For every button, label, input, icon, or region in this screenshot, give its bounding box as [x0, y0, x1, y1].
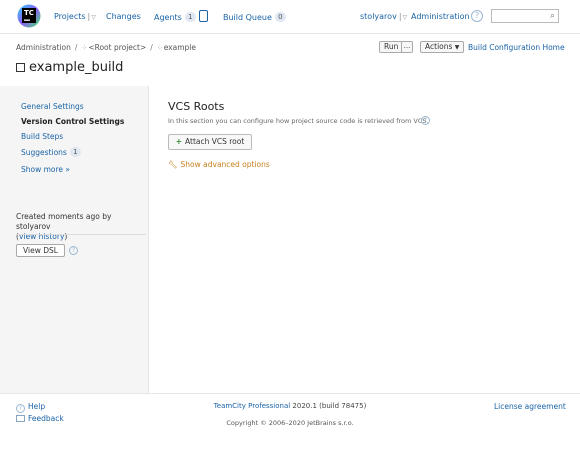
- search-input[interactable]: ⌕: [491, 9, 559, 23]
- footer-version: 2020.1 (build 78475): [292, 402, 367, 410]
- nav-changes[interactable]: Changes: [106, 12, 141, 21]
- section-description-text: In this section you can configure how pr…: [168, 117, 429, 125]
- nav-agents[interactable]: Agents 1: [154, 12, 196, 22]
- actions-label: Actions: [425, 42, 453, 51]
- breadcrumb-project[interactable]: example: [164, 43, 196, 52]
- help-icon[interactable]: ?: [69, 246, 78, 255]
- actions-button[interactable]: Actions ▼: [420, 41, 465, 53]
- search-icon[interactable]: ⌕: [550, 11, 555, 22]
- footer-product-info: TeamCity Professional 2020.1 (build 7847…: [0, 402, 580, 410]
- run-button[interactable]: Run: [379, 41, 404, 53]
- suggestions-count-badge: 1: [69, 147, 81, 157]
- sidebar-item-general-settings[interactable]: General Settings: [21, 102, 84, 111]
- build-queue-count-badge: 0: [274, 12, 286, 22]
- view-dsl-button[interactable]: View DSL: [16, 244, 65, 257]
- page-title-text: example_build: [29, 60, 124, 75]
- footer: ? Help Feedback TeamCity Professional 202…: [0, 393, 580, 457]
- section-description: In this section you can configure how pr…: [168, 117, 429, 125]
- page-title: example_build: [16, 60, 123, 75]
- nav-projects-label: Projects: [54, 12, 86, 21]
- breadcrumb-separator: /: [150, 43, 153, 52]
- created-text: Created moments ago by stolyarov: [16, 212, 112, 231]
- section-title: VCS Roots: [168, 100, 225, 113]
- attach-vcs-root-button[interactable]: + Attach VCS root: [168, 134, 252, 150]
- chevron-down-icon: ▼: [454, 44, 460, 51]
- sidebar-item-version-control-settings[interactable]: Version Control Settings: [21, 117, 124, 126]
- agent-device-icon[interactable]: [199, 10, 208, 22]
- teamcity-logo[interactable]: TC: [17, 3, 41, 29]
- nav-agents-label: Agents: [154, 13, 182, 22]
- sidebar-show-more-link[interactable]: Show more »: [21, 165, 70, 174]
- nav-separator: |: [87, 12, 91, 21]
- teamcity-professional-link[interactable]: TeamCity Professional: [214, 402, 291, 410]
- help-icon[interactable]: ?: [421, 116, 430, 125]
- nav-projects[interactable]: Projects |▽: [54, 12, 96, 21]
- show-advanced-options-label: Show advanced options: [180, 160, 270, 169]
- project-grid-icon: ⁘: [81, 44, 88, 52]
- sidebar-item-build-steps[interactable]: Build Steps: [21, 132, 63, 141]
- agents-count-badge: 1: [184, 12, 196, 22]
- build-configuration-home-link[interactable]: Build Configuration Home: [468, 43, 565, 52]
- breadcrumb-separator: /: [74, 43, 78, 52]
- user-menu[interactable]: stolyarov |▽: [360, 12, 407, 21]
- nav-separator: |: [398, 12, 402, 21]
- show-advanced-options-link[interactable]: 🔧︎ Show advanced options: [168, 160, 270, 169]
- project-grid-icon: ⁘: [156, 44, 163, 52]
- nav-administration[interactable]: Administration: [411, 12, 470, 21]
- run-options-button[interactable]: ...: [401, 41, 413, 53]
- license-agreement-link[interactable]: License agreement: [494, 402, 566, 411]
- projects-dropdown-icon[interactable]: ▽: [91, 14, 96, 21]
- top-header: TC Projects |▽ Changes Agents 1 Build Queu…: [0, 0, 580, 34]
- sidebar-item-suggestions-label: Suggestions: [21, 148, 67, 157]
- sidebar-item-suggestions[interactable]: Suggestions 1: [21, 147, 81, 157]
- nav-build-queue-label: Build Queue: [223, 13, 272, 22]
- breadcrumb: Administration / ⁘<Root project> / ⁘example: [16, 43, 196, 52]
- plus-icon: +: [175, 137, 182, 146]
- logo-text: TC: [24, 9, 34, 17]
- wrench-icon: 🔧︎: [168, 160, 178, 169]
- help-icon[interactable]: ?: [471, 10, 483, 22]
- nav-build-queue[interactable]: Build Queue 0: [223, 12, 286, 22]
- created-info: Created moments ago by stolyarov (view h…: [16, 212, 112, 241]
- footer-copyright: Copyright © 2006–2020 JetBrains s.r.o.: [226, 419, 354, 427]
- user-dropdown-icon[interactable]: ▽: [403, 14, 408, 21]
- breadcrumb-administration[interactable]: Administration: [16, 43, 71, 52]
- attach-vcs-root-label: Attach VCS root: [185, 137, 245, 146]
- breadcrumb-root-project[interactable]: <Root project>: [88, 43, 146, 52]
- nav-administration-label: Administration: [411, 12, 470, 21]
- user-name: stolyarov: [360, 12, 397, 21]
- build-config-icon: [16, 63, 25, 72]
- nav-changes-label: Changes: [106, 12, 141, 21]
- sidebar-divider: [16, 234, 146, 235]
